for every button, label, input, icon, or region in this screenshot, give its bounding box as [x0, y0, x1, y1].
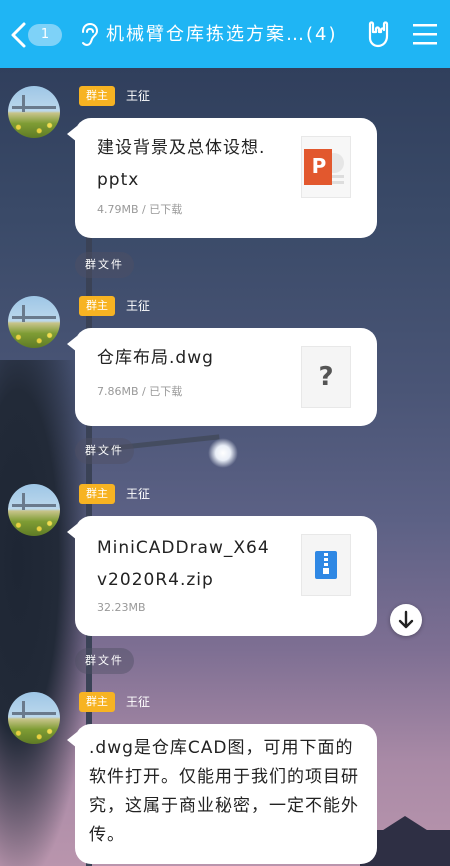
- file-name: 仓库布局.dwg: [97, 348, 214, 368]
- owner-tag: 群主: [79, 692, 115, 712]
- owner-tag: 群主: [79, 86, 115, 106]
- chat-title: 机械臂仓库拣选方案…(4): [106, 24, 338, 45]
- arrow-down-icon: [398, 610, 414, 629]
- owner-tag: 群主: [79, 296, 115, 316]
- file-meta: 32.23MB: [97, 601, 146, 614]
- avatar[interactable]: [8, 484, 60, 536]
- group-file-label: 群文件: [75, 252, 134, 278]
- file-message-bubble[interactable]: 仓库布局.dwg 7.86MB / 已下载 ?: [67, 328, 377, 426]
- sender-name[interactable]: 王征: [126, 484, 150, 504]
- ear-icon[interactable]: [78, 22, 100, 48]
- file-name: MiniCADDraw_X64v2020R4.zip: [97, 538, 270, 590]
- file-message-bubble[interactable]: 建设背景及总体设想.pptx 4.79MB / 已下载 P: [67, 118, 377, 238]
- group-file-label: 群文件: [75, 648, 134, 674]
- question-mark-icon: ?: [318, 362, 334, 392]
- group-file-label: 群文件: [75, 438, 134, 464]
- file-meta: 7.86MB / 已下载: [97, 385, 183, 398]
- pptx-file-icon: P: [301, 136, 351, 198]
- file-meta: 4.79MB / 已下载: [97, 203, 183, 216]
- pptx-letter: P: [311, 154, 327, 178]
- hamburger-menu-icon[interactable]: [412, 22, 438, 46]
- sender-name[interactable]: 王征: [126, 86, 150, 106]
- text-message-bubble[interactable]: .dwg是仓库CAD图，可用下面的软件打开。仅能用于我们的项目研究，这属于商业秘…: [67, 724, 377, 864]
- file-name: 建设背景及总体设想.pptx: [97, 138, 266, 190]
- message-text: .dwg是仓库CAD图，可用下面的软件打开。仅能用于我们的项目研究，这属于商业秘…: [89, 738, 359, 845]
- avatar[interactable]: [8, 296, 60, 348]
- unread-count-badge[interactable]: 1: [28, 24, 62, 46]
- avatar[interactable]: [8, 692, 60, 744]
- scroll-to-bottom-button[interactable]: [390, 604, 422, 636]
- rock-hand-icon[interactable]: [364, 19, 394, 49]
- sender-name[interactable]: 王征: [126, 692, 150, 712]
- file-message-bubble[interactable]: MiniCADDraw_X64v2020R4.zip 32.23MB: [67, 516, 377, 636]
- unknown-file-icon: ?: [301, 346, 351, 408]
- sender-name[interactable]: 王征: [126, 296, 150, 316]
- chat-header: 1 机械臂仓库拣选方案…(4): [0, 0, 450, 68]
- background-lamp-light: [208, 438, 238, 468]
- zip-file-icon: [301, 534, 351, 596]
- avatar[interactable]: [8, 86, 60, 138]
- owner-tag: 群主: [79, 484, 115, 504]
